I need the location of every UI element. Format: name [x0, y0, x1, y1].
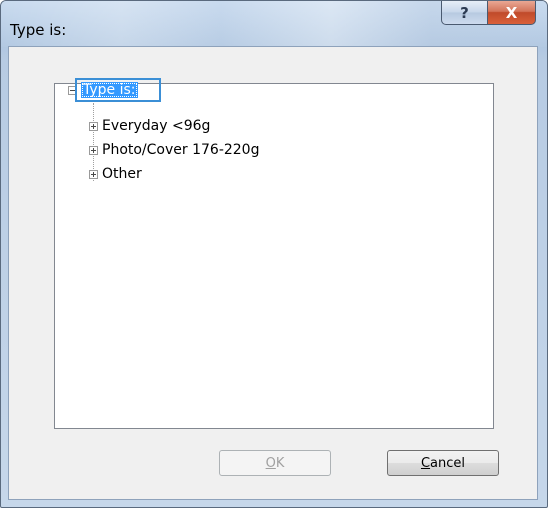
- tree-root-label[interactable]: Type is:: [81, 82, 138, 98]
- tree-item-label[interactable]: Photo/Cover 176-220g: [102, 142, 259, 158]
- close-button[interactable]: X: [487, 1, 536, 25]
- tree-item-label[interactable]: Everyday <96g: [102, 118, 210, 134]
- title-bar[interactable]: Type is: ? X: [1, 1, 547, 47]
- tree-item-other[interactable]: Other: [89, 165, 142, 183]
- help-icon: ?: [460, 3, 469, 22]
- tree-root-node[interactable]: Type is:: [68, 81, 138, 99]
- expand-icon[interactable]: [89, 121, 98, 131]
- ok-button[interactable]: OK: [219, 450, 331, 476]
- expand-icon[interactable]: [89, 145, 98, 155]
- cancel-button[interactable]: Cancel: [387, 450, 499, 476]
- ok-mnemonic: O: [265, 455, 276, 471]
- tree-item-label[interactable]: Other: [102, 166, 142, 182]
- collapse-icon[interactable]: [68, 85, 77, 95]
- tree-item-photo-cover[interactable]: Photo/Cover 176-220g: [89, 141, 259, 159]
- window-title: Type is:: [10, 21, 67, 39]
- help-button[interactable]: ?: [441, 1, 488, 25]
- close-icon: X: [505, 3, 518, 22]
- expand-icon[interactable]: [89, 169, 98, 179]
- tree-item-everyday[interactable]: Everyday <96g: [89, 117, 210, 135]
- dialog-client-area: [8, 46, 538, 500]
- cancel-mnemonic: C: [420, 455, 431, 471]
- cancel-label-rest: ancel: [430, 455, 466, 471]
- ok-label-rest: K: [275, 455, 285, 471]
